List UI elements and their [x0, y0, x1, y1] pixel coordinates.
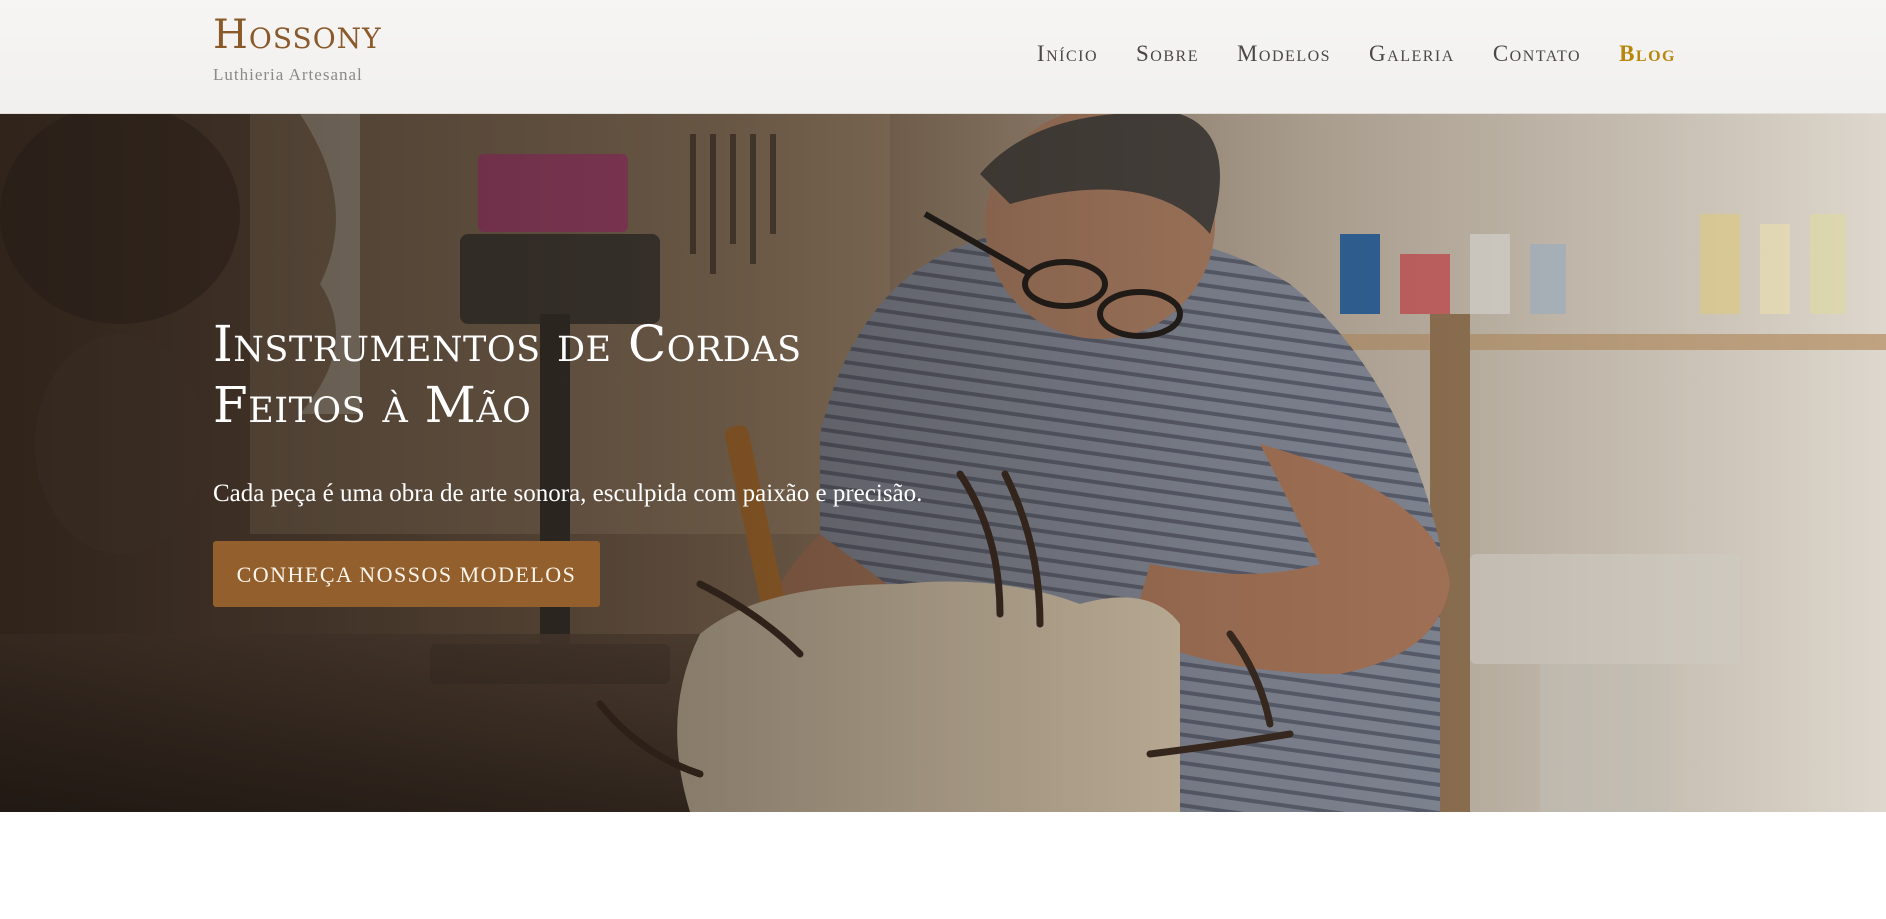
hero-title-line-2: Feitos à Mão [213, 376, 532, 434]
hero-subtitle: Cada peça é uma obra de arte sonora, esc… [213, 480, 923, 507]
brand-tagline: Luthieria Artesanal [213, 65, 363, 84]
site-header: Hossony Luthieria Artesanal Início Sobre… [0, 0, 1886, 114]
nav-link-galeria[interactable]: Galeria [1369, 41, 1455, 67]
hero-content: Instrumentos de Cordas Feitos à Mão Cada… [213, 314, 973, 607]
nav-link-inicio[interactable]: Início [1037, 41, 1098, 67]
nav-link-blog[interactable]: Blog [1619, 41, 1676, 67]
brand-logo[interactable]: Hossony Luthieria Artesanal [213, 10, 382, 85]
page: Hossony Luthieria Artesanal Início Sobre… [0, 0, 1886, 919]
hero-title: Instrumentos de Cordas Feitos à Mão [213, 314, 973, 436]
hero-title-line-1: Instrumentos de Cordas [213, 315, 802, 373]
main-nav: Início Sobre Modelos Galeria Contato Blo… [1037, 41, 1676, 67]
nav-link-contato[interactable]: Contato [1493, 41, 1581, 67]
brand-name: Hossony [213, 12, 382, 58]
nav-link-modelos[interactable]: Modelos [1237, 41, 1331, 67]
hero-section: Instrumentos de Cordas Feitos à Mão Cada… [0, 114, 1886, 812]
cta-button-models[interactable]: CONHEÇA NOSSOS MODELOS [213, 541, 600, 607]
nav-link-sobre[interactable]: Sobre [1136, 41, 1199, 67]
